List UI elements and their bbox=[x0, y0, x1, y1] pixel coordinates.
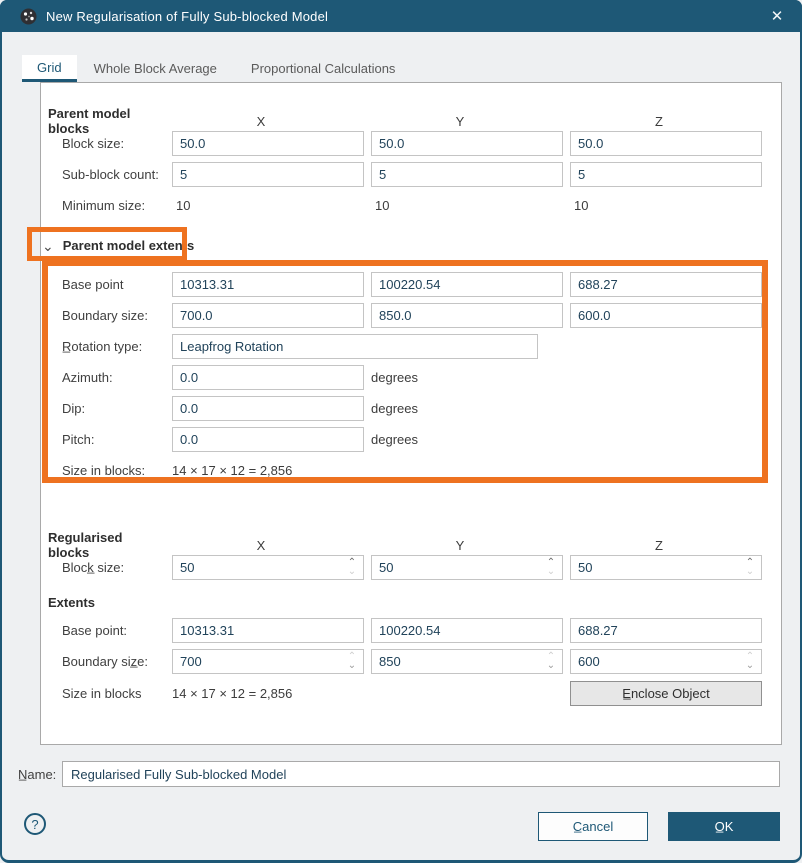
parent-block-size-y-input[interactable] bbox=[371, 131, 563, 156]
titlebar[interactable]: New Regularisation of Fully Sub-blocked … bbox=[0, 0, 802, 32]
parent-extents-title: Parent model extents bbox=[63, 238, 195, 253]
extents-base-point-row: Base point: bbox=[62, 618, 781, 643]
regularised-block-size-label: Block̲ size: bbox=[62, 560, 165, 575]
parent-block-size-label: Block size: bbox=[62, 136, 165, 151]
name-row: N̲ame: bbox=[0, 761, 802, 787]
parent-blocks-header-row: Parent model blocks X Y Z bbox=[48, 106, 781, 124]
extents-boundary-size-x-input[interactable] bbox=[172, 649, 364, 674]
sub-block-count-row: Sub-block count: bbox=[62, 162, 781, 187]
minimum-size-z-value: 10 bbox=[570, 198, 762, 213]
pitch-row: Pitch: degrees bbox=[62, 427, 781, 452]
minimum-size-label: Minimum size: bbox=[62, 198, 165, 213]
parent-base-point-y-input[interactable] bbox=[371, 272, 563, 297]
parent-base-point-label: Base point bbox=[62, 277, 165, 292]
parent-boundary-size-y-input[interactable] bbox=[371, 303, 563, 328]
help-button[interactable]: ? bbox=[24, 813, 46, 835]
regularised-block-size-z-input[interactable] bbox=[570, 555, 762, 580]
minimum-size-row: Minimum size: 10 10 10 bbox=[62, 197, 781, 213]
axis-z-label-2: Z bbox=[563, 538, 755, 553]
regularised-blocks-title: Regularised blocks bbox=[48, 530, 158, 560]
close-icon[interactable]: ✕ bbox=[764, 3, 790, 29]
parent-block-size-z-input[interactable] bbox=[570, 131, 762, 156]
extents-boundary-size-z-input[interactable] bbox=[570, 649, 762, 674]
tab-whole-block-average[interactable]: Whole Block Average bbox=[77, 55, 234, 82]
tab-bar: Grid Whole Block Average Proportional Ca… bbox=[22, 55, 412, 82]
chevron-down-icon[interactable]: ⌄ bbox=[42, 239, 54, 253]
extents-boundary-size-row: Boundary siz̲e: ⌃⌄ ⌃⌄ ⌃⌄ bbox=[62, 649, 781, 674]
window-title: New Regularisation of Fully Sub-blocked … bbox=[46, 9, 764, 24]
minimum-size-y-value: 10 bbox=[371, 198, 563, 213]
minimum-size-x-value: 10 bbox=[172, 198, 364, 213]
tab-grid[interactable]: Grid bbox=[22, 55, 77, 82]
grid-tab-panel: Parent model blocks X Y Z Block size: Su… bbox=[40, 82, 782, 745]
cancel-button[interactable]: C̲ancel bbox=[538, 812, 648, 841]
sub-block-count-z-input[interactable] bbox=[570, 162, 762, 187]
parent-boundary-size-label: Boundary size: bbox=[62, 308, 165, 323]
parent-boundary-size-z-input[interactable] bbox=[570, 303, 762, 328]
rotation-type-row: R̲otation type: bbox=[62, 334, 781, 359]
sub-block-count-y-input[interactable] bbox=[371, 162, 563, 187]
spinner-down-icon[interactable]: ⌄ bbox=[546, 567, 556, 576]
parent-size-in-blocks-row: Size in blocks: 14 × 17 × 12 = 2,856 bbox=[62, 462, 781, 478]
spinner-down-icon[interactable]: ⌄ bbox=[347, 661, 357, 670]
dip-label: Dip: bbox=[62, 401, 165, 416]
sub-block-count-label: Sub-block count: bbox=[62, 167, 165, 182]
azimuth-label: Azimuth: bbox=[62, 370, 165, 385]
regularised-blocks-header-row: Regularised blocks X Y Z bbox=[48, 530, 781, 548]
app-icon bbox=[20, 8, 37, 25]
extents-boundary-size-label: Boundary siz̲e: bbox=[62, 654, 165, 669]
extents-size-in-blocks-label: Size in blocks bbox=[62, 686, 165, 701]
extents-size-in-blocks-value: 14 × 17 × 12 = 2,856 bbox=[172, 686, 563, 701]
axis-z-label: Z bbox=[563, 114, 755, 129]
name-label: N̲ame: bbox=[18, 767, 56, 782]
axis-y-label-2: Y bbox=[364, 538, 556, 553]
pitch-unit: degrees bbox=[371, 432, 418, 447]
azimuth-row: Azimuth: degrees bbox=[62, 365, 781, 390]
parent-extents-header[interactable]: ⌄ Parent model extents bbox=[42, 237, 781, 254]
parent-blocks-title: Parent model blocks bbox=[48, 106, 158, 136]
spinner-down-icon[interactable]: ⌄ bbox=[347, 567, 357, 576]
pitch-input[interactable] bbox=[172, 427, 364, 452]
enclose-object-button[interactable]: E̲nclose Object bbox=[570, 681, 762, 706]
rotation-type-input[interactable] bbox=[172, 334, 538, 359]
parent-base-point-x-input[interactable] bbox=[172, 272, 364, 297]
regularised-block-size-row: Block̲ size: ⌃⌄ ⌃⌄ ⌃⌄ bbox=[62, 555, 781, 580]
extents-base-point-x-input[interactable] bbox=[172, 618, 364, 643]
parent-base-point-z-input[interactable] bbox=[570, 272, 762, 297]
sub-block-count-x-input[interactable] bbox=[172, 162, 364, 187]
dip-unit: degrees bbox=[371, 401, 418, 416]
tab-proportional-calculations[interactable]: Proportional Calculations bbox=[234, 55, 413, 82]
name-input[interactable] bbox=[62, 761, 780, 787]
parent-size-in-blocks-value: 14 × 17 × 12 = 2,856 bbox=[172, 463, 762, 478]
dip-input[interactable] bbox=[172, 396, 364, 421]
extents-base-point-y-input[interactable] bbox=[371, 618, 563, 643]
extents-base-point-label: Base point: bbox=[62, 623, 165, 638]
ok-button[interactable]: O̲K bbox=[668, 812, 780, 841]
parent-boundary-size-x-input[interactable] bbox=[172, 303, 364, 328]
axis-x-label: X bbox=[165, 114, 357, 129]
pitch-label: Pitch: bbox=[62, 432, 165, 447]
parent-base-point-row: Base point bbox=[62, 272, 781, 297]
spinner-down-icon[interactable]: ⌄ bbox=[546, 661, 556, 670]
spinner-down-icon[interactable]: ⌄ bbox=[745, 661, 755, 670]
extents-title: Extents bbox=[48, 595, 781, 611]
regularised-block-size-y-input[interactable] bbox=[371, 555, 563, 580]
dip-row: Dip: degrees bbox=[62, 396, 781, 421]
rotation-type-label: R̲otation type: bbox=[62, 339, 165, 354]
extents-base-point-z-input[interactable] bbox=[570, 618, 762, 643]
azimuth-input[interactable] bbox=[172, 365, 364, 390]
spinner-down-icon[interactable]: ⌄ bbox=[745, 567, 755, 576]
axis-y-label: Y bbox=[364, 114, 556, 129]
parent-boundary-size-row: Boundary size: bbox=[62, 303, 781, 328]
parent-block-size-row: Block size: bbox=[62, 131, 781, 156]
parent-size-in-blocks-label: Size in blocks: bbox=[62, 463, 165, 478]
parent-block-size-x-input[interactable] bbox=[172, 131, 364, 156]
extents-size-in-blocks-row: Size in blocks 14 × 17 × 12 = 2,856 E̲nc… bbox=[62, 681, 781, 706]
question-mark-icon: ? bbox=[31, 817, 38, 832]
extents-boundary-size-y-input[interactable] bbox=[371, 649, 563, 674]
regularised-block-size-x-input[interactable] bbox=[172, 555, 364, 580]
axis-x-label-2: X bbox=[165, 538, 357, 553]
azimuth-unit: degrees bbox=[371, 370, 418, 385]
